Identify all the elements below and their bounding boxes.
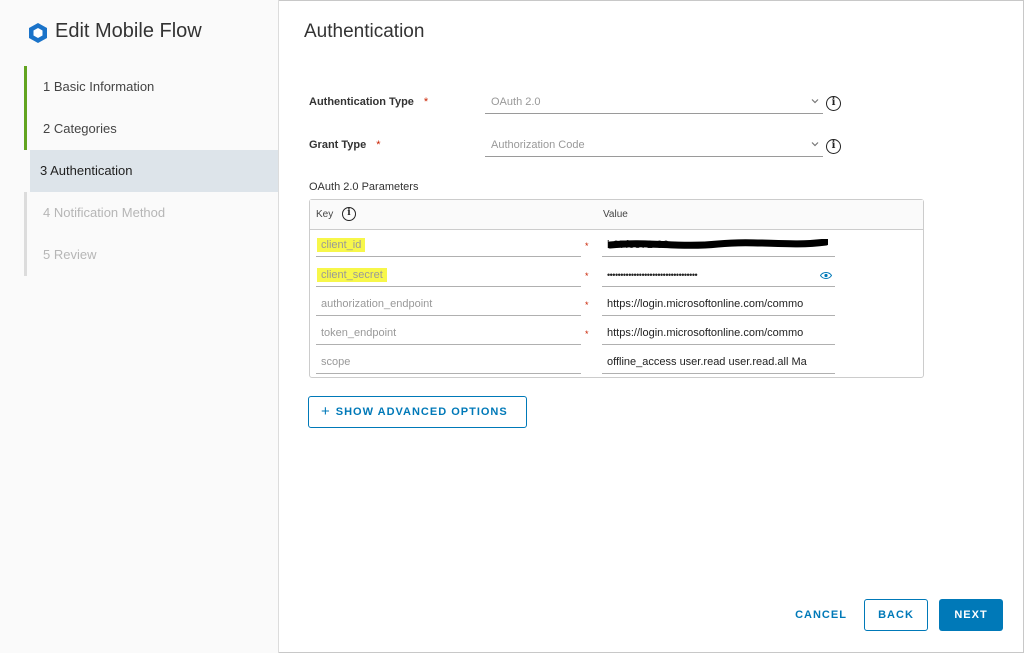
auth-type-label: Authentication Type *	[309, 96, 428, 108]
next-button[interactable]: NEXT	[939, 599, 1003, 631]
wizard-sidebar: Edit Mobile Flow 1 Basic Information 2 C…	[0, 0, 279, 653]
key-client-id[interactable]: client_id	[316, 233, 581, 257]
param-row-authorization-endpoint: authorization_endpoint * https://login.m…	[310, 290, 923, 320]
key-token-endpoint[interactable]: token_endpoint	[316, 321, 581, 345]
grant-type-info-icon[interactable]: i	[826, 139, 841, 154]
step-review: 5 Review	[24, 234, 278, 276]
wizard-title: Edit Mobile Flow	[55, 20, 202, 42]
value-header: Value	[603, 209, 628, 220]
required-marker: *	[376, 139, 381, 151]
required-marker: *	[585, 271, 589, 281]
required-marker: *	[585, 241, 589, 251]
cancel-button[interactable]: CANCEL	[790, 600, 852, 630]
required-marker: *	[585, 329, 589, 339]
grant-type-select[interactable]: Authorization Code	[485, 135, 823, 157]
param-row-scope: scope offline_access user.read user.read…	[310, 348, 923, 378]
step-authentication[interactable]: 3 Authentication	[30, 150, 278, 192]
key-client-secret[interactable]: client_secret	[316, 263, 581, 287]
show-advanced-options-button[interactable]: + SHOW ADVANCED OPTIONS	[308, 396, 527, 428]
plus-icon: +	[321, 403, 331, 420]
grid-header: Key i Value	[310, 200, 923, 230]
main-content: Authentication Authentication Type * OAut…	[280, 0, 1023, 653]
required-marker: *	[585, 300, 589, 310]
auth-type-select[interactable]: OAuth 2.0	[485, 92, 823, 114]
param-row-client-secret: client_secret * ••••••••••••••••••••••••…	[310, 261, 923, 291]
params-label: OAuth 2.0 Parameters	[309, 181, 419, 193]
params-grid: Key i Value client_id * b97f6371-06 clie…	[309, 199, 924, 378]
key-info-icon[interactable]: i	[342, 207, 356, 221]
param-row-client-id: client_id * b97f6371-06	[310, 231, 923, 261]
wizard-steps: 1 Basic Information 2 Categories 3 Authe…	[24, 66, 278, 276]
step-basic-information[interactable]: 1 Basic Information	[24, 66, 278, 108]
auth-type-value: OAuth 2.0	[491, 96, 541, 108]
value-authorization-endpoint[interactable]: https://login.microsoftonline.com/commo	[602, 292, 835, 316]
key-authorization-endpoint[interactable]: authorization_endpoint	[316, 292, 581, 316]
value-client-id[interactable]: b97f6371-06	[602, 233, 835, 257]
redaction-scribble	[608, 239, 828, 249]
value-scope[interactable]: offline_access user.read user.read.all M…	[602, 350, 835, 374]
eye-icon[interactable]	[820, 271, 832, 280]
value-client-secret[interactable]: ••••••••••••••••••••••••••••••••••	[602, 263, 835, 287]
auth-type-label-text: Authentication Type	[309, 96, 414, 108]
page-title: Authentication	[304, 21, 425, 42]
key-scope[interactable]: scope	[316, 350, 581, 374]
grant-type-label: Grant Type *	[309, 139, 381, 151]
key-header: Key	[316, 209, 333, 220]
value-token-endpoint[interactable]: https://login.microsoftonline.com/commo	[602, 321, 835, 345]
step-notification-method: 4 Notification Method	[24, 192, 278, 234]
key-text: client_secret	[317, 268, 387, 282]
app-logo-icon	[29, 23, 47, 43]
advanced-button-label: SHOW ADVANCED OPTIONS	[335, 406, 508, 418]
step-categories[interactable]: 2 Categories	[24, 108, 278, 150]
required-marker: *	[423, 96, 429, 108]
chevron-down-icon	[811, 142, 819, 147]
grant-type-value: Authorization Code	[491, 139, 585, 151]
chevron-down-icon	[811, 99, 819, 104]
key-text: client_id	[317, 238, 366, 252]
value-text: ••••••••••••••••••••••••••••••••••	[607, 270, 698, 280]
auth-type-info-icon[interactable]: i	[826, 96, 841, 111]
back-button[interactable]: BACK	[864, 599, 928, 631]
grant-type-label-text: Grant Type	[309, 139, 367, 151]
param-row-token-endpoint: token_endpoint * https://login.microsoft…	[310, 319, 923, 349]
key-header-text: Key	[316, 209, 334, 220]
